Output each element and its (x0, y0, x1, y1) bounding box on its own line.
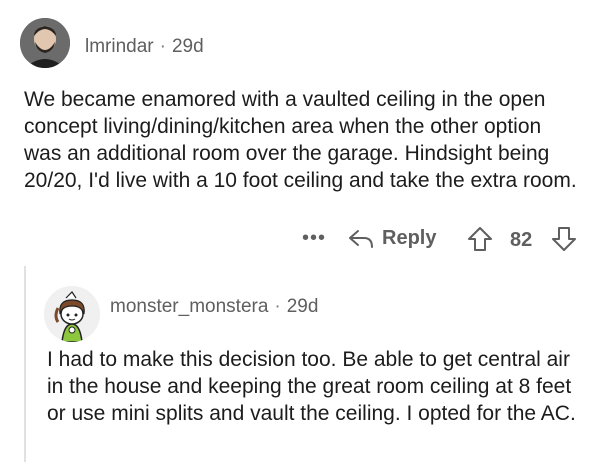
downvote-button[interactable] (551, 226, 577, 258)
username[interactable]: lmrindar (85, 36, 154, 57)
more-options-button[interactable]: ••• (302, 227, 326, 250)
upvote-arrow-icon (468, 227, 492, 251)
comment-actions: ••• Reply 82 (0, 225, 599, 255)
reply-arrow-icon (349, 229, 373, 248)
downvote-arrow-icon (552, 227, 576, 251)
reply-meta: monster_monstera · 29d (110, 296, 318, 318)
comment-body: We became enamored with a vaulted ceilin… (24, 88, 577, 192)
upvote-button[interactable] (467, 226, 493, 258)
meta-separator: · (159, 36, 166, 57)
avatar-character-icon (44, 286, 100, 342)
reply-button[interactable]: Reply (348, 227, 436, 250)
vote-score: 82 (510, 229, 533, 251)
comment-meta: lmrindar · 29d (85, 36, 204, 58)
reply-age: 29d (286, 296, 319, 317)
reply-comment: monster_monstera · 29d I had to make this … (0, 266, 599, 462)
reply-user-avatar[interactable] (44, 286, 100, 342)
comment: lmrindar · 29d We became enamored with a v… (0, 0, 599, 270)
meta-separator: · (274, 296, 281, 317)
reply-username[interactable]: monster_monstera (110, 296, 268, 317)
avatar-photo-icon (20, 18, 70, 68)
reply-label: Reply (382, 227, 437, 249)
user-avatar[interactable] (20, 18, 70, 68)
reply-body: I had to make this decision too. Be able… (47, 348, 576, 425)
comment-age: 29d (171, 36, 204, 57)
